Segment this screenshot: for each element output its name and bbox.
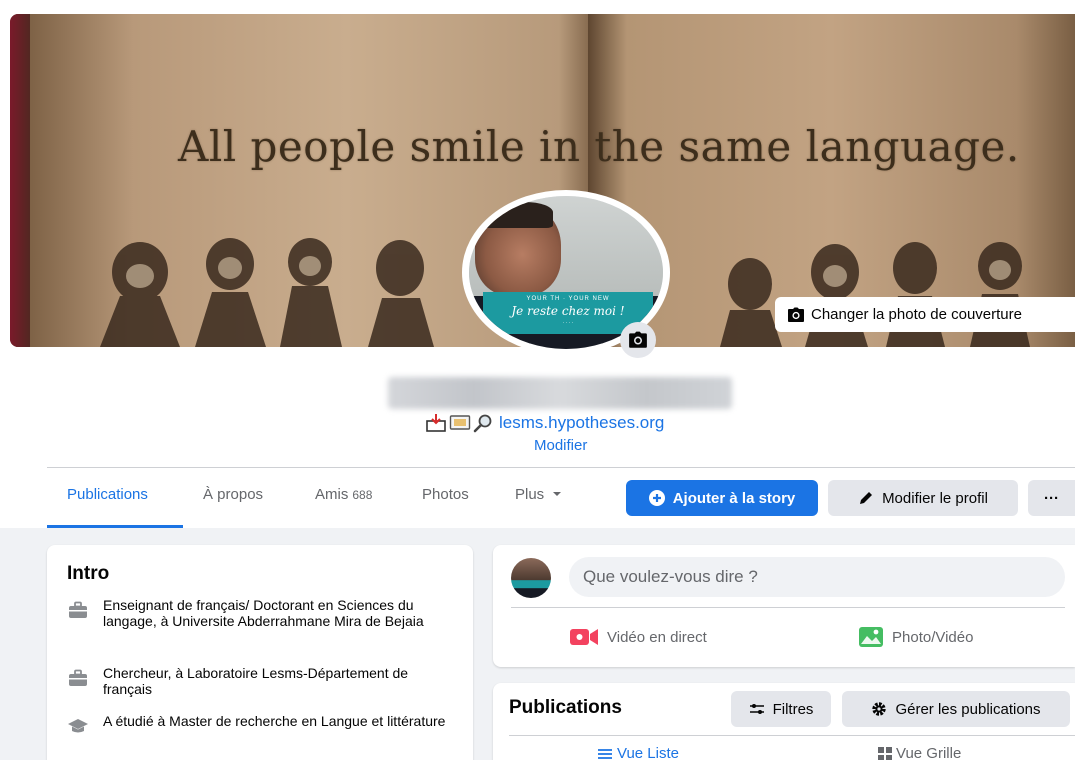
manage-posts-button[interactable]: Gérer les publications — [842, 691, 1070, 727]
avatar-banner-line1: YOUR TH · YOUR NEW — [526, 296, 610, 302]
publications-card: Publications Filtres Gérer les publicati… — [493, 683, 1075, 760]
graduation-cap-icon — [67, 715, 89, 737]
update-profile-picture-button[interactable] — [620, 322, 656, 358]
photo-video-label: Photo/Vidéo — [892, 628, 974, 646]
intro-item-work: Enseignant de français/ Doctorant en Sci… — [67, 597, 457, 629]
grid-view-tab[interactable]: Vue Grille — [878, 745, 961, 760]
website-link[interactable]: lesms.hypotheses.org — [499, 413, 664, 433]
live-video-icon — [570, 629, 598, 645]
intro-item-education: A étudié à Master de recherche en Langue… — [67, 713, 457, 737]
publications-divider — [509, 735, 1075, 736]
photo-icon — [859, 627, 883, 647]
camera-icon — [629, 331, 647, 348]
plus-circle-icon — [648, 490, 665, 506]
list-view-label: Vue Liste — [617, 745, 679, 760]
magnifying-glass-icon — [473, 414, 492, 433]
change-cover-label: Changer la photo de couverture — [811, 306, 1022, 323]
intro-item-work: Chercheur, à Laboratoire Lesms-Départeme… — [67, 665, 457, 697]
briefcase-icon — [67, 599, 89, 621]
live-video-button[interactable]: Vidéo en direct — [569, 617, 707, 657]
tab-friends[interactable]: Amis 688 — [315, 486, 372, 503]
nav-divider — [47, 467, 1075, 468]
avatar-hair — [483, 202, 553, 228]
photo-video-button[interactable]: Photo/Vidéo — [858, 617, 973, 657]
computer-screen-icon — [449, 415, 471, 430]
composer-avatar[interactable] — [511, 558, 551, 598]
post-input[interactable]: Que voulez-vous dire ? — [569, 557, 1065, 597]
edit-profile-button[interactable]: Modifier le profil — [828, 480, 1018, 516]
more-options-button[interactable]: ··· — [1028, 480, 1075, 516]
post-composer: Que voulez-vous dire ? Vidéo en direct P… — [493, 545, 1075, 667]
filters-button[interactable]: Filtres — [731, 691, 831, 727]
grid-icon — [878, 746, 892, 760]
intro-item-text: A étudié à Master de recherche en Langue… — [103, 713, 446, 729]
more-options-icon: ··· — [1044, 489, 1059, 507]
change-cover-photo-button[interactable]: Changer la photo de couverture — [775, 297, 1075, 332]
intro-item-text: Enseignant de français/ Doctorant en Sci… — [103, 597, 424, 629]
sliders-icon — [749, 704, 764, 714]
caret-down-icon — [553, 492, 562, 496]
list-icon — [598, 748, 612, 759]
tab-label: Plus — [515, 486, 545, 503]
inbox-tray-icon — [426, 414, 446, 432]
tab-label: Publications — [67, 486, 148, 503]
briefcase-icon — [67, 667, 89, 689]
profile-name-blurred — [388, 377, 732, 409]
tab-photos[interactable]: Photos — [422, 486, 469, 503]
intro-item-text: Chercheur, à Laboratoire Lesms-Départeme… — [103, 665, 409, 697]
tab-publications[interactable]: Publications — [67, 486, 148, 503]
active-tab-indicator — [47, 525, 183, 528]
edit-bio-link[interactable]: Modifier — [534, 437, 587, 454]
live-video-label: Vidéo en direct — [607, 628, 707, 646]
tab-label: Amis — [315, 486, 349, 503]
cover-quote: All people smile in the same language. — [178, 122, 1020, 171]
intro-card: Intro Enseignant de français/ Doctorant … — [47, 545, 473, 760]
grid-view-label: Vue Grille — [896, 745, 962, 760]
edit-profile-label: Modifier le profil — [882, 489, 988, 507]
list-view-tab[interactable]: Vue Liste — [597, 745, 679, 760]
post-input-placeholder: Que voulez-vous dire ? — [583, 567, 758, 586]
tab-label: À propos — [203, 486, 264, 503]
gear-icon — [872, 702, 887, 716]
intro-title: Intro — [67, 563, 110, 584]
add-to-story-button[interactable]: Ajouter à la story — [626, 480, 818, 516]
add-to-story-label: Ajouter à la story — [672, 489, 796, 507]
camera-icon — [788, 307, 804, 322]
avatar-banner-line2: Je reste chez moi ! — [511, 304, 625, 318]
filters-label: Filtres — [772, 700, 814, 718]
composer-divider — [511, 607, 1065, 608]
manage-posts-label: Gérer les publications — [895, 700, 1041, 718]
tab-more[interactable]: Plus — [515, 486, 562, 503]
publications-title: Publications — [509, 697, 622, 718]
tab-label: Photos — [422, 486, 469, 503]
friends-count: 688 — [352, 488, 373, 502]
bio-line: lesms.hypotheses.org — [425, 413, 664, 433]
tab-about[interactable]: À propos — [203, 486, 263, 503]
pencil-icon — [860, 492, 873, 504]
bio-emoji-icons — [425, 413, 493, 433]
